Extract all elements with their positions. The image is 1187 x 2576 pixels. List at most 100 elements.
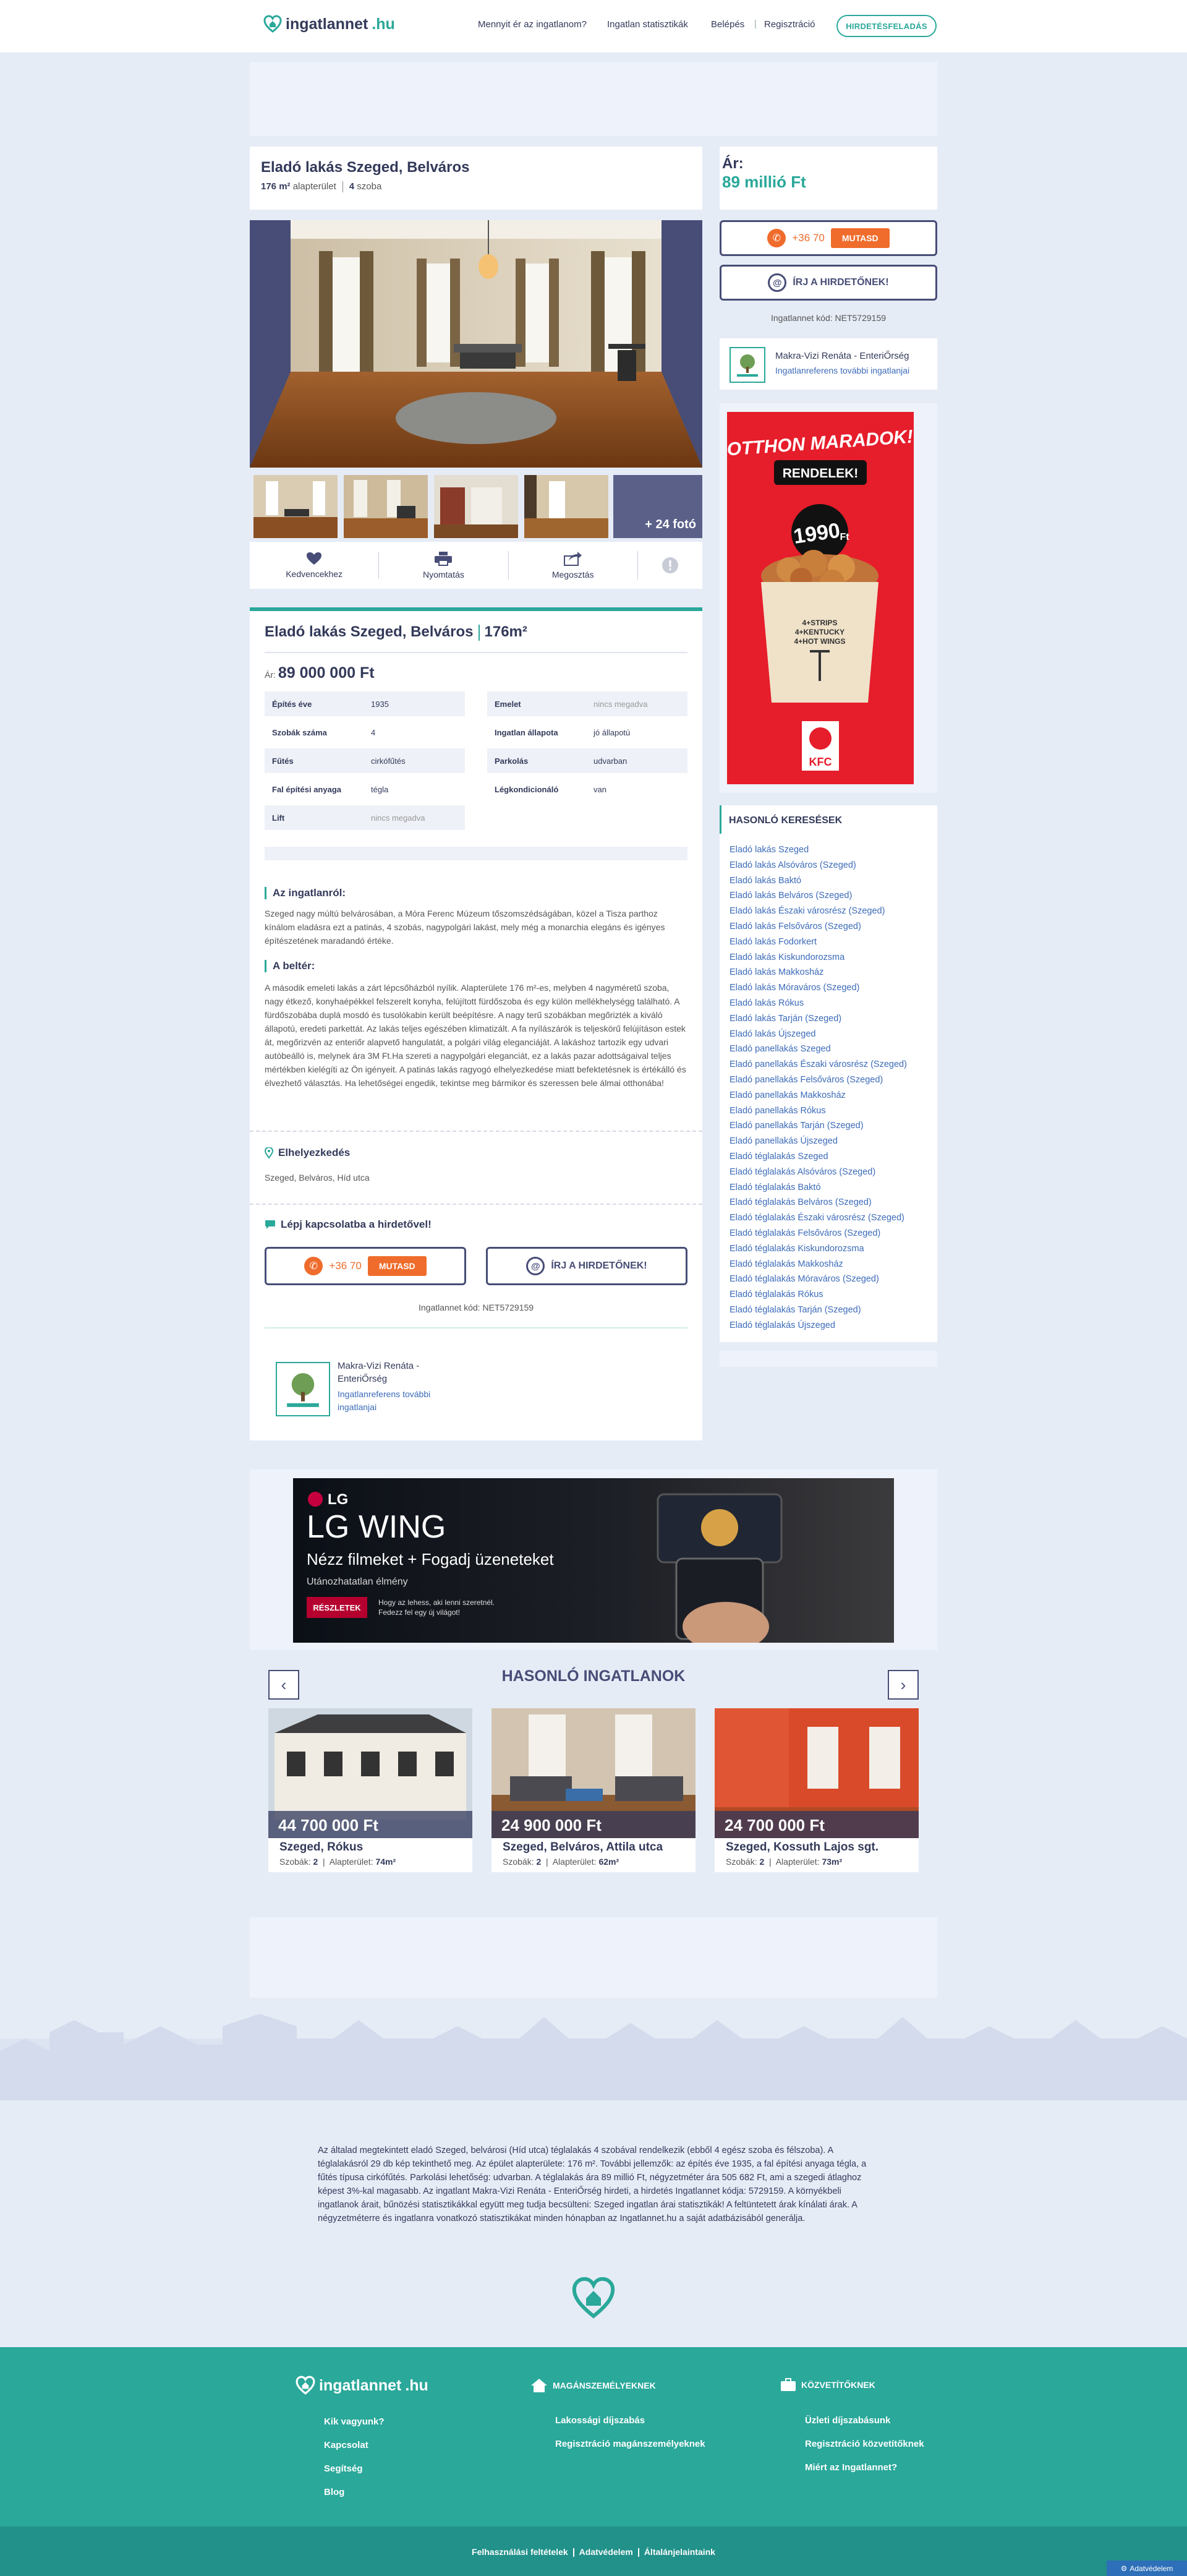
similar-listing-card[interactable]: 24 700 000 Ft Szeged, Kossuth Lajos sgt.… [715,1708,919,1872]
details-title: Eladó lakás Szeged, Belváros 176m² [265,623,527,641]
gear-icon: ⚙ [1120,2564,1128,2573]
report-action[interactable] [638,557,702,574]
footer-logo[interactable]: ingatlannet .hu [296,2376,428,2395]
kfc-ad-banner[interactable]: OTTHON MARADOK! RENDELEK! 1990 Ft 4+STRI… [727,412,914,784]
property-value: van [594,784,606,794]
footer-link-private-register[interactable]: Regisztráció magánszemélyeknek [555,2439,705,2449]
property-value: 4 [371,727,376,737]
footer-link-blog[interactable]: Blog [324,2487,344,2497]
similar-search-link[interactable]: Eladó panellakás Felsőváros (Szeged) [730,1072,934,1088]
similar-search-link[interactable]: Eladó téglalakás Baktó [730,1180,934,1196]
similar-search-link[interactable]: Eladó lakás Újszeged [730,1027,934,1042]
agent-logo-2[interactable] [276,1362,330,1416]
similar-search-link[interactable]: Eladó lakás Kiskundorozsma [730,950,934,965]
similar-search-link[interactable]: Eladó lakás Belváros (Szeged) [730,888,934,904]
property-value: jó állapotú [594,727,631,737]
footer-link-contact[interactable]: Kapcsolat [324,2440,368,2450]
carousel-next-button[interactable]: › [888,1670,919,1700]
footer-link-business-pricing[interactable]: Üzleti díjszabásunk [805,2415,890,2426]
similar-search-link[interactable]: Eladó téglalakás Északi városrész (Szege… [730,1210,934,1226]
similar-listing-card[interactable]: 24 900 000 Ft Szeged, Belváros, Attila u… [491,1708,696,1872]
agent-more-listings-link[interactable]: Ingatlanreferens további ingatlanjai [775,366,909,375]
area-label: alapterület [292,181,336,192]
gallery-thumb[interactable] [434,475,518,538]
lg-wing-ad-banner[interactable]: LG LG WING Nézz filmeket + Fogadj üzenet… [293,1478,894,1643]
privacy-settings-badge[interactable]: ⚙ Adatvédelem [1107,2561,1187,2576]
similar-search-link[interactable]: Eladó téglalakás Tarján (Szeged) [730,1303,934,1318]
general-terms-link[interactable]: Általánjelaintaink [644,2547,715,2557]
living-room-photo [250,220,702,468]
similar-search-link[interactable]: Eladó panellakás Rókus [730,1103,934,1119]
contact-heading: Lépj kapcsolatba a hirdetővel! [265,1218,432,1231]
similar-search-link[interactable]: Eladó lakás Makkosház [730,965,934,980]
similar-search-link[interactable]: Eladó panellakás Szeged [730,1042,934,1057]
similar-search-link[interactable]: Eladó lakás Szeged [730,842,934,858]
similar-search-link[interactable]: Eladó lakás Rókus [730,996,934,1011]
similar-search-link[interactable]: Eladó lakás Fodorkert [730,935,934,950]
agent-name[interactable]: Makra-Vizi Renáta - EnteriŐrség [775,351,909,361]
show-phone-button[interactable]: ✆ +36 70 MUTASD [720,220,937,256]
similar-search-link[interactable]: Eladó téglalakás Szeged [730,1149,934,1165]
carousel-prev-button[interactable]: ‹ [268,1670,299,1700]
phone-icon: ✆ [304,1257,323,1275]
card-price: 24 900 000 Ft [491,1811,696,1838]
footer-link-help[interactable]: Segítség [324,2463,363,2474]
nav-valuation[interactable]: Mennyit ér az ingatlanom? [478,19,587,30]
similar-search-link[interactable]: Eladó panellakás Makkosház [730,1088,934,1103]
similar-search-link[interactable]: Eladó lakás Felsőváros (Szeged) [730,919,934,935]
similar-search-link[interactable]: Eladó téglalakás Újszeged [730,1318,934,1333]
similar-search-link[interactable]: Eladó lakás Alsóváros (Szeged) [730,858,934,873]
site-logo[interactable]: ingatlannet .hu [263,15,395,33]
privacy-link[interactable]: Adatvédelem [579,2547,633,2557]
similar-search-link[interactable]: Eladó téglalakás Felsőváros (Szeged) [730,1226,934,1241]
nav-statistics[interactable]: Ingatlan statisztikák [607,19,688,30]
nav-register[interactable]: Regisztráció [764,19,815,30]
listing-meta: 176 m² alapterület 4 szoba [261,181,381,193]
about-heading: Az ingatlanról: [265,887,346,899]
seo-description: Az általad megtekintett eladó Szeged, be… [318,2146,867,2223]
property-row: Parkolás udvarban [487,748,687,773]
write-to-advertiser-button-2[interactable]: @ ÍRJ A HIRDETŐNEK! [486,1247,687,1285]
terms-link[interactable]: Felhasználási feltételek [472,2547,568,2557]
main-photo[interactable] [250,220,702,468]
kfc-cta: RENDELEK! [783,466,859,481]
similar-search-link[interactable]: Eladó téglalakás Rókus [730,1287,934,1303]
similar-search-link[interactable]: Eladó téglalakás Kiskundorozsma [730,1241,934,1257]
footer-link-about[interactable]: Kik vagyunk? [324,2416,385,2427]
similar-search-link[interactable]: Eladó téglalakás Alsóváros (Szeged) [730,1165,934,1180]
favorite-action[interactable]: Kedvencekhez [250,552,380,579]
footer-link-agent-register[interactable]: Regisztráció közvetítőknek [805,2439,924,2449]
agent-more-listings-link-2[interactable]: Ingatlanreferens további ingatlanjai [338,1388,430,1414]
show-phone-button-2[interactable]: ✆ +36 70 MUTASD [265,1247,466,1285]
share-action[interactable]: Megosztás [509,551,638,580]
similar-search-link[interactable]: Eladó panellakás Északi városrész (Szege… [730,1057,934,1072]
more-photos-button[interactable]: + 24 fotó [613,475,702,538]
brand-name: ingatlannet [286,15,368,33]
post-ad-button[interactable]: HIRDETÉSFELADÁS [836,15,937,37]
similar-listing-card[interactable]: 44 700 000 Ft Szeged, Rókus Szobák: 2 | … [268,1708,472,1872]
similar-search-link[interactable]: Eladó téglalakás Móraváros (Szeged) [730,1272,934,1287]
print-label: Nyomtatás [422,570,464,580]
similar-search-link[interactable]: Eladó lakás Tarján (Szeged) [730,1011,934,1027]
gallery-thumb[interactable] [344,475,428,538]
write-to-advertiser-button[interactable]: @ ÍRJ A HIRDETŐNEK! [720,265,937,301]
property-key: Parkolás [495,756,529,766]
house-icon [531,2379,547,2392]
nav-login[interactable]: Belépés [711,19,744,30]
gallery-thumb[interactable] [524,475,608,538]
footer-link-why-us[interactable]: Miért az Ingatlannet? [805,2462,897,2473]
agent-name-2[interactable]: Makra-Vizi Renáta - EnteriŐrség [338,1359,419,1385]
similar-search-link[interactable]: Eladó lakás Baktó [730,873,934,889]
similar-search-link[interactable]: Eladó téglalakás Makkosház [730,1257,934,1272]
footer-link-private-pricing[interactable]: Lakossági díjszabás [555,2415,645,2426]
similar-search-link[interactable]: Eladó lakás Móraváros (Szeged) [730,980,934,996]
similar-search-link[interactable]: Eladó panellakás Tarján (Szeged) [730,1118,934,1134]
gallery-thumb[interactable] [253,475,338,538]
similar-search-link[interactable]: Eladó lakás Északi városrész (Szeged) [730,904,934,919]
agent-logo[interactable] [730,347,765,383]
similar-search-link[interactable]: Eladó panellakás Újszeged [730,1134,934,1149]
lg-cta: RÉSZLETEK [313,1603,361,1612]
similar-search-link[interactable]: Eladó téglalakás Belváros (Szeged) [730,1195,934,1210]
footer-col-private: MAGÁNSZEMÉLYEKNEK [530,2378,656,2393]
print-action[interactable]: Nyomtatás [379,551,509,580]
